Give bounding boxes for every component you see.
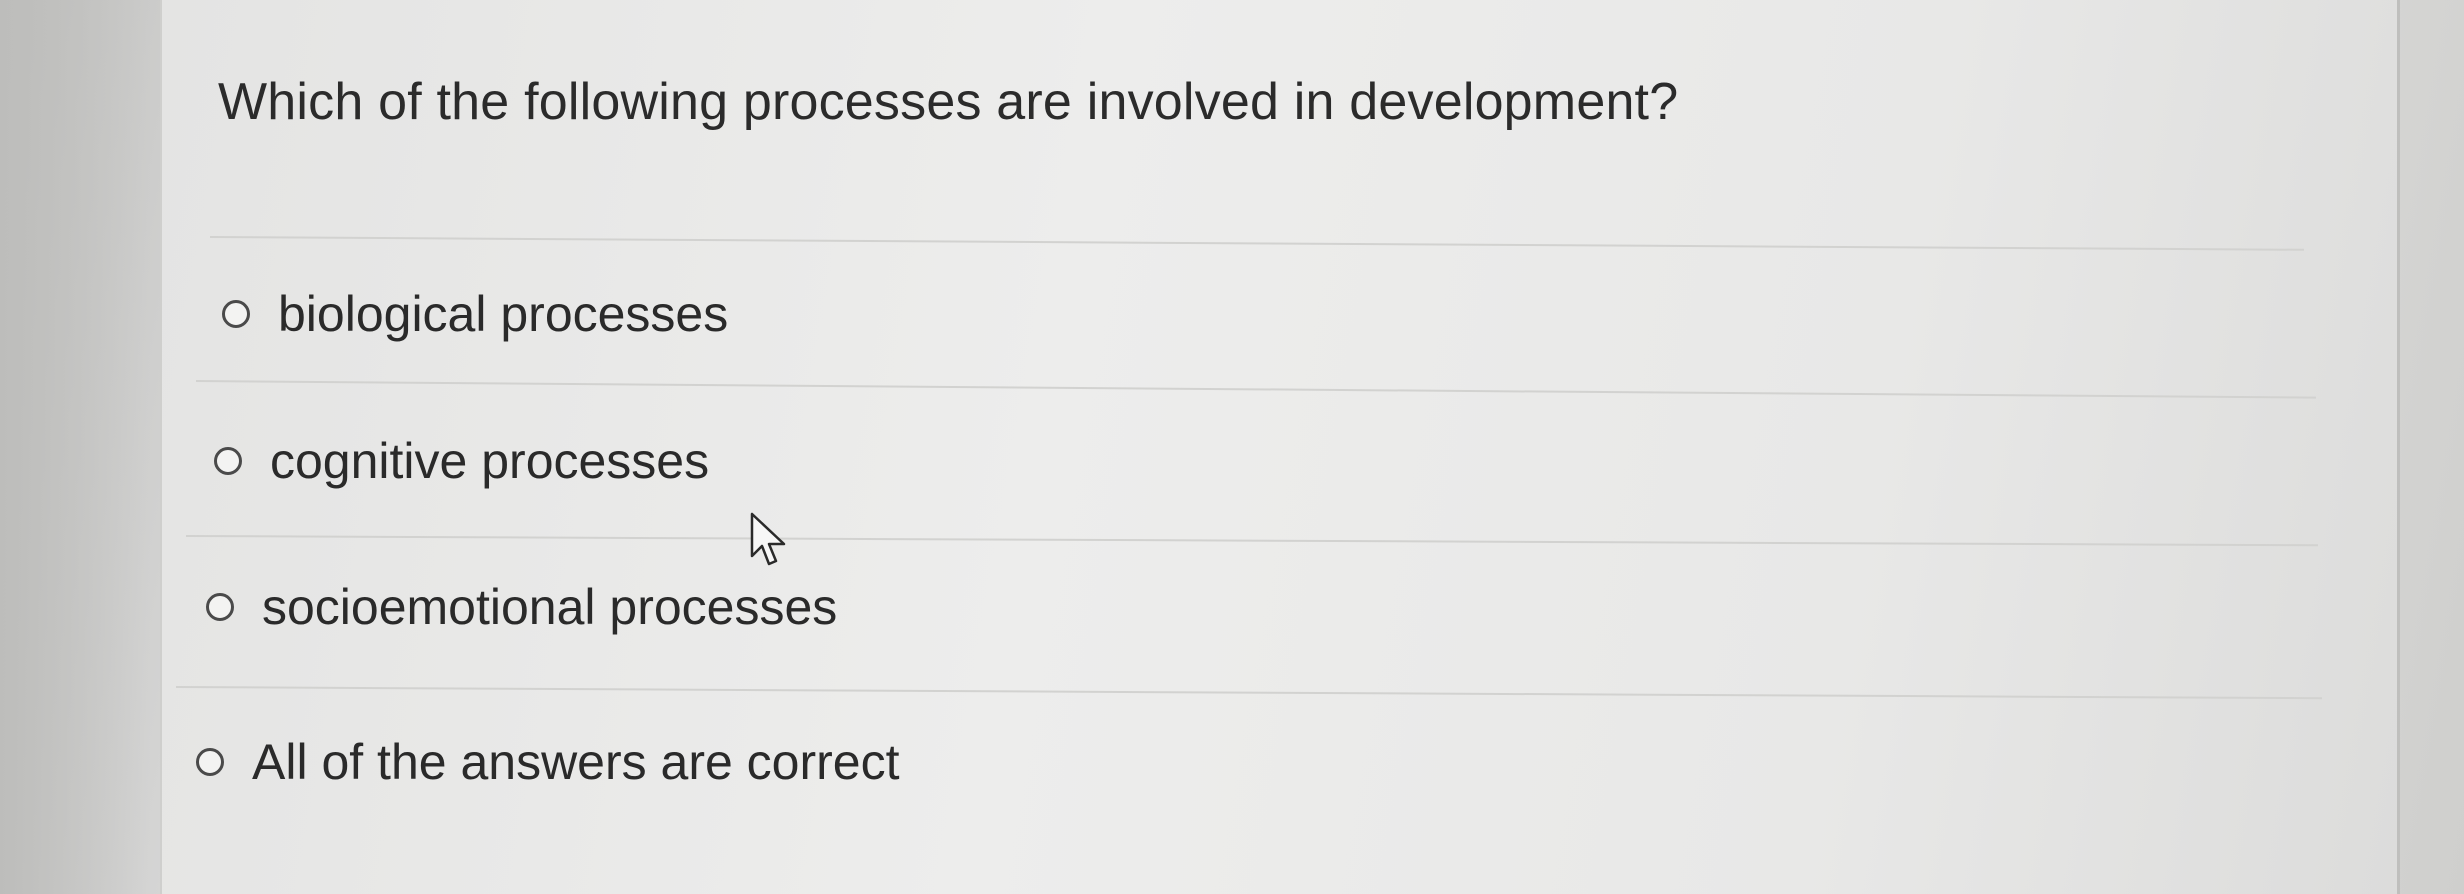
radio-circle-icon[interactable]: [214, 447, 242, 475]
option-cognitive[interactable]: cognitive processes: [214, 432, 709, 490]
option-biological[interactable]: biological processes: [222, 285, 728, 343]
option-label: All of the answers are correct: [252, 734, 900, 790]
radio-circle-icon[interactable]: [196, 748, 224, 776]
mouse-pointer-icon: [750, 512, 786, 566]
screen: Which of the following processes are inv…: [0, 0, 2464, 894]
option-label: socioemotional processes: [262, 579, 838, 635]
screen-edge-shadow: [0, 0, 150, 894]
radio-circle-icon[interactable]: [206, 593, 234, 621]
option-socioemotional[interactable]: socioemotional processes: [206, 578, 837, 636]
option-label: cognitive processes: [270, 433, 710, 489]
question-text: Which of the following processes are inv…: [218, 73, 1679, 131]
option-label: biological processes: [278, 286, 729, 342]
option-all-correct[interactable]: All of the answers are correct: [196, 733, 900, 791]
radio-circle-icon[interactable]: [222, 300, 250, 328]
